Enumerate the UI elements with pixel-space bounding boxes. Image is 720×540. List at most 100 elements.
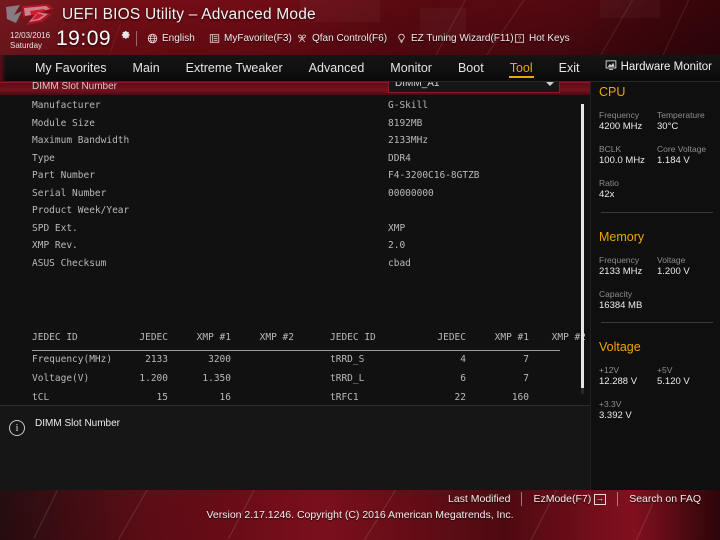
table-row: Frequency(MHz) 2133 3200 tRRD_S 4 7 — [0, 354, 590, 373]
timing-name: Voltage(V) — [32, 373, 90, 384]
info-value: XMP — [388, 222, 406, 234]
tab-exit[interactable]: Exit — [546, 55, 593, 82]
rog-logo-icon — [4, 3, 60, 29]
tab-main[interactable]: Main — [120, 55, 173, 82]
search-faq-button[interactable]: Search on FAQ — [618, 493, 712, 505]
last-modified-button[interactable]: Last Modified — [437, 493, 521, 505]
clock-display: 19:09 — [56, 27, 112, 50]
dimm-slot-number-row[interactable]: DIMM Slot Number DIMM_A1 — [0, 82, 590, 95]
header-streak — [660, 0, 691, 55]
timing-name: Frequency(MHz) — [32, 354, 113, 365]
favorites-icon — [209, 33, 220, 44]
header-item-label: Qfan Control(F6) — [312, 33, 388, 44]
hw-divider — [601, 322, 713, 323]
weekday-value: Saturday — [10, 40, 43, 50]
hw-label-cpu-temperature: Temperature — [657, 110, 705, 120]
col-header-jedec-id-2: JEDEC ID — [330, 332, 376, 343]
hw-value-5v: 5.120 V — [657, 376, 690, 387]
header-item-label: Hot Keys — [529, 33, 570, 44]
info-key: Module Size — [32, 117, 95, 129]
hw-label-mem-voltage: Voltage — [657, 255, 686, 265]
timing-table-body: Frequency(MHz) 2133 3200 tRRD_S 4 7 Volt… — [0, 354, 590, 405]
info-key: XMP Rev. — [32, 240, 78, 251]
hw-label-12v: +12V — [599, 365, 620, 375]
timing-xmp1-2: 7 — [523, 373, 529, 384]
tab-boot[interactable]: Boot — [445, 55, 497, 82]
header-item-label: EZ Tuning Wizard(F11) — [411, 33, 514, 44]
col-header-xmp2-2: XMP #2 — [551, 332, 586, 343]
info-row: Serial Number 00000000 — [0, 188, 590, 206]
hw-label-bclk: BCLK — [599, 144, 622, 154]
hw-divider — [601, 212, 713, 213]
hw-label-core-voltage: Core Voltage — [657, 144, 707, 154]
timing-xmp1: 16 — [219, 392, 231, 403]
info-row: Module Size 8192MB — [0, 118, 590, 136]
info-row: XMP Rev. 2.0 — [0, 240, 590, 258]
date-display: 12/03/2016 Saturday — [10, 31, 50, 50]
spd-info-list: Manufacturer G-Skill Module Size 8192MB … — [0, 100, 590, 275]
hw-label-ratio: Ratio — [599, 178, 619, 188]
hw-section-title-cpu: CPU — [599, 85, 626, 99]
dimm-slot-number-dropdown[interactable]: DIMM_A1 — [388, 82, 560, 93]
hardware-monitor-sidebar: CPU Frequency 4200 MHz Temperature 30°C … — [590, 82, 720, 490]
timing-name-2: tRFC1 — [330, 392, 359, 403]
hw-label-mem-capacity: Capacity — [599, 289, 633, 299]
info-value: 2133MHz — [388, 135, 429, 146]
hw-value-cpu-temperature: 30°C — [657, 121, 679, 132]
date-value: 12/03/2016 — [10, 31, 51, 40]
tab-extreme-tweaker[interactable]: Extreme Tweaker — [173, 55, 296, 82]
tab-my-favorites[interactable]: My Favorites — [22, 55, 120, 82]
timing-name-2: tRRD_S — [330, 354, 365, 365]
header-item-hot-keys[interactable]: ? Hot Keys — [514, 33, 570, 44]
ez-mode-button[interactable]: EzMode(F7) — [522, 492, 617, 505]
timing-xmp1: 1.350 — [202, 373, 231, 384]
tab-monitor[interactable]: Monitor — [377, 55, 445, 82]
ez-mode-label: EzMode(F7) — [533, 493, 592, 505]
fan-icon — [296, 33, 308, 44]
hw-label-5v: +5V — [657, 365, 673, 375]
main-content-panel: DIMM Slot Number DIMM_A1 Manufacturer G-… — [0, 82, 590, 405]
col-header-xmp2: XMP #2 — [259, 332, 294, 343]
svg-text:?: ? — [518, 37, 522, 43]
info-row: Type DDR4 — [0, 153, 590, 171]
info-value: cbad — [388, 257, 411, 269]
tab-tool[interactable]: Tool — [497, 55, 546, 82]
nav-tab-list: My Favorites Main Extreme Tweaker Advanc… — [22, 55, 592, 82]
hardware-monitor-label: Hardware Monitor — [620, 60, 712, 73]
hw-label-cpu-frequency: Frequency — [599, 110, 640, 120]
info-key: Type — [32, 152, 55, 164]
scrollbar-thumb[interactable] — [581, 104, 584, 388]
content-scrollbar[interactable] — [581, 104, 584, 394]
info-key: Maximum Bandwidth — [32, 135, 130, 146]
hw-value-mem-frequency: 2133 MHz — [599, 266, 643, 277]
help-text: DIMM Slot Number — [35, 418, 121, 429]
timing-name-2: tRRD_L — [330, 373, 365, 384]
col-header-jedec: JEDEC — [139, 332, 168, 343]
navigation-bar: My Favorites Main Extreme Tweaker Advanc… — [0, 55, 720, 82]
app-title: UEFI BIOS Utility – Advanced Mode — [62, 6, 316, 23]
header-item-myfavorite[interactable]: MyFavorite(F3) — [209, 33, 292, 44]
timing-xmp1-2: 7 — [523, 354, 529, 365]
hw-value-33v: 3.392 V — [599, 410, 632, 421]
header-texture-block — [600, 0, 660, 18]
chevron-down-icon — [546, 82, 554, 86]
header-item-ez-tuning-wizard[interactable]: EZ Tuning Wizard(F11) — [396, 33, 514, 44]
info-row: ASUS Checksum cbad — [0, 258, 590, 276]
timing-jedec: 2133 — [145, 354, 168, 365]
tab-advanced[interactable]: Advanced — [296, 55, 378, 82]
info-row: Part Number F4-3200C16-8GTZB — [0, 170, 590, 188]
timing-table-header: JEDEC ID JEDEC XMP #1 XMP #2 JEDEC ID JE… — [0, 332, 590, 350]
info-icon: i — [9, 420, 25, 436]
info-key: Manufacturer — [32, 100, 101, 111]
col-header-jedec-2: JEDEC — [437, 332, 466, 343]
lightbulb-icon — [396, 33, 407, 44]
info-key: Product Week/Year — [32, 205, 130, 216]
info-value: DDR4 — [388, 152, 411, 164]
hw-section-title-voltage: Voltage — [599, 340, 641, 354]
info-value: 2.0 — [388, 240, 406, 251]
header-item-english[interactable]: English — [147, 33, 195, 44]
gear-icon[interactable] — [120, 28, 131, 42]
timing-jedec-2: 22 — [454, 392, 466, 403]
header-item-qfan-control[interactable]: Qfan Control(F6) — [296, 33, 387, 44]
table-row: tCL 15 16 tRFC1 22 160 — [0, 392, 590, 405]
